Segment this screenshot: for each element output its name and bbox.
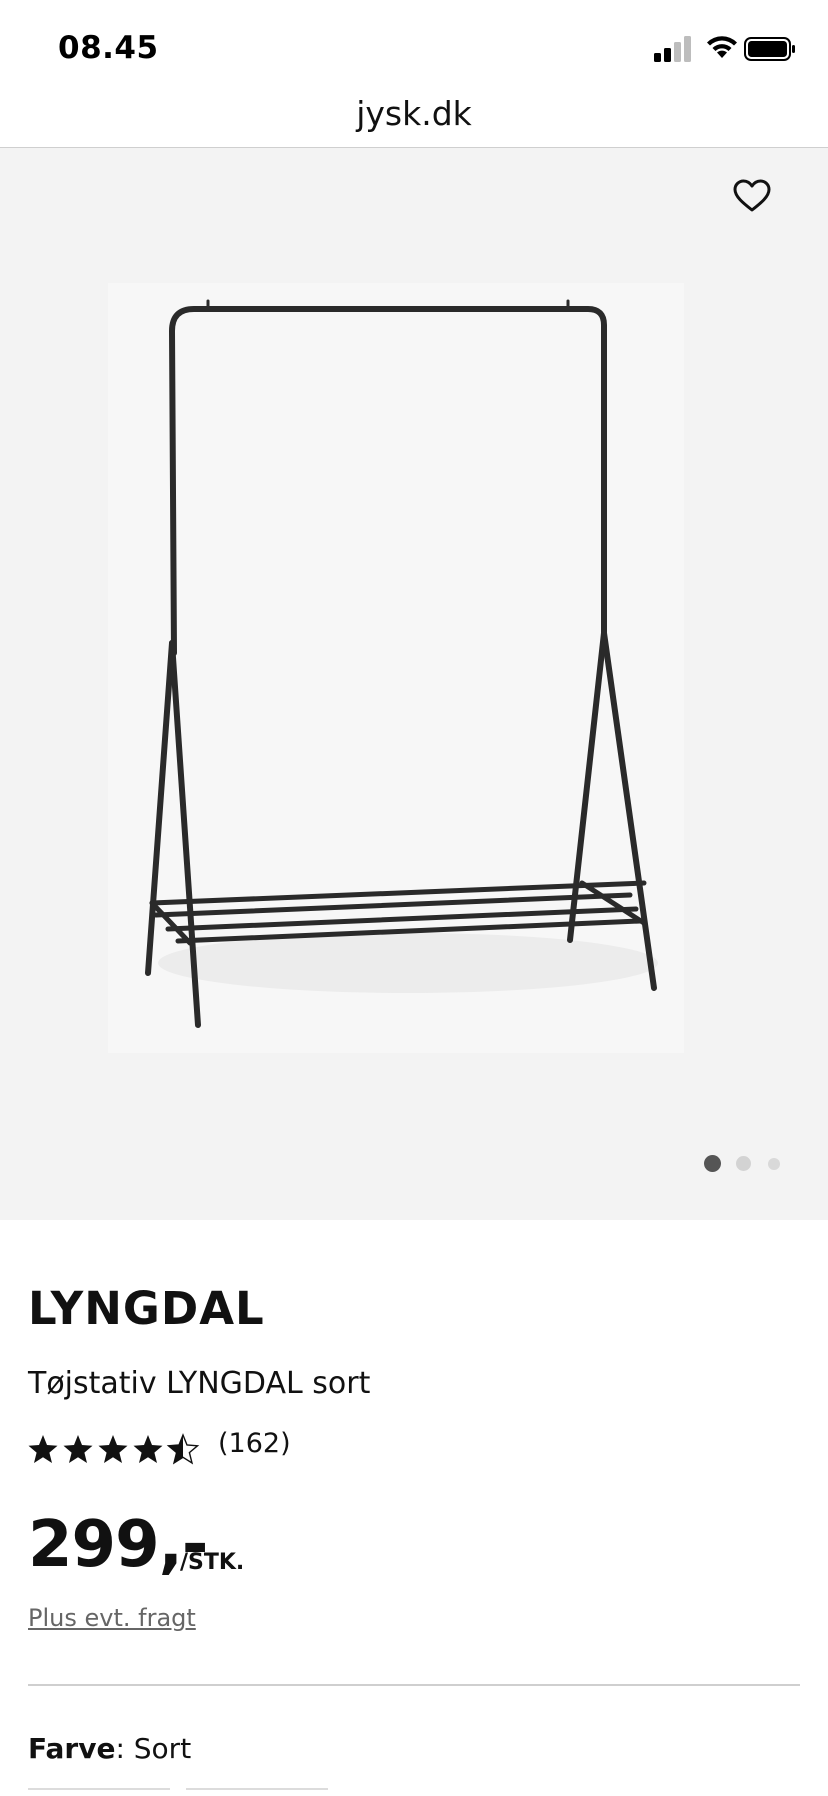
star-rating-icons (28, 1434, 199, 1464)
color-value: Sort (133, 1732, 192, 1765)
color-label: Farve (28, 1732, 116, 1765)
pagination-dot-active[interactable] (704, 1155, 721, 1172)
divider (28, 1684, 800, 1686)
price-row: 299,- /STK. (28, 1508, 528, 1588)
pagination-dot[interactable] (736, 1156, 751, 1171)
star-icon (28, 1435, 58, 1463)
wifi-icon (707, 36, 737, 58)
color-swatches (28, 1788, 800, 1796)
clothes-rack-illustration (145, 299, 658, 1028)
product-brand: LYNGDAL (28, 1282, 265, 1335)
color-swatch[interactable] (186, 1788, 328, 1796)
pagination-dot[interactable] (768, 1158, 780, 1170)
url-text[interactable]: jysk.dk (0, 94, 828, 133)
price-unit: /STK. (180, 1550, 245, 1575)
address-bar[interactable]: jysk.dk (0, 90, 828, 148)
battery-icon (744, 37, 795, 61)
color-separator: : (115, 1732, 134, 1765)
star-icon (98, 1435, 128, 1463)
product-name: Tøjstativ LYNGDAL sort (28, 1366, 371, 1401)
status-time: 08.45 (58, 30, 159, 66)
heart-icon (733, 179, 771, 212)
gallery-pagination (0, 1155, 828, 1175)
color-selector-label: Farve: Sort (28, 1732, 191, 1765)
review-count[interactable]: (162) (218, 1428, 291, 1459)
status-bar: 08.45 (0, 0, 828, 90)
color-swatch[interactable] (28, 1788, 170, 1796)
wishlist-button[interactable] (726, 170, 778, 222)
product-rating[interactable]: (162) (28, 1428, 428, 1468)
shipping-info-link[interactable]: Plus evt. fragt (28, 1604, 196, 1632)
product-gallery[interactable] (0, 148, 828, 1220)
star-icon (133, 1435, 163, 1463)
signal-icon (654, 36, 691, 62)
product-image[interactable] (108, 283, 684, 1053)
star-icon (63, 1435, 93, 1463)
